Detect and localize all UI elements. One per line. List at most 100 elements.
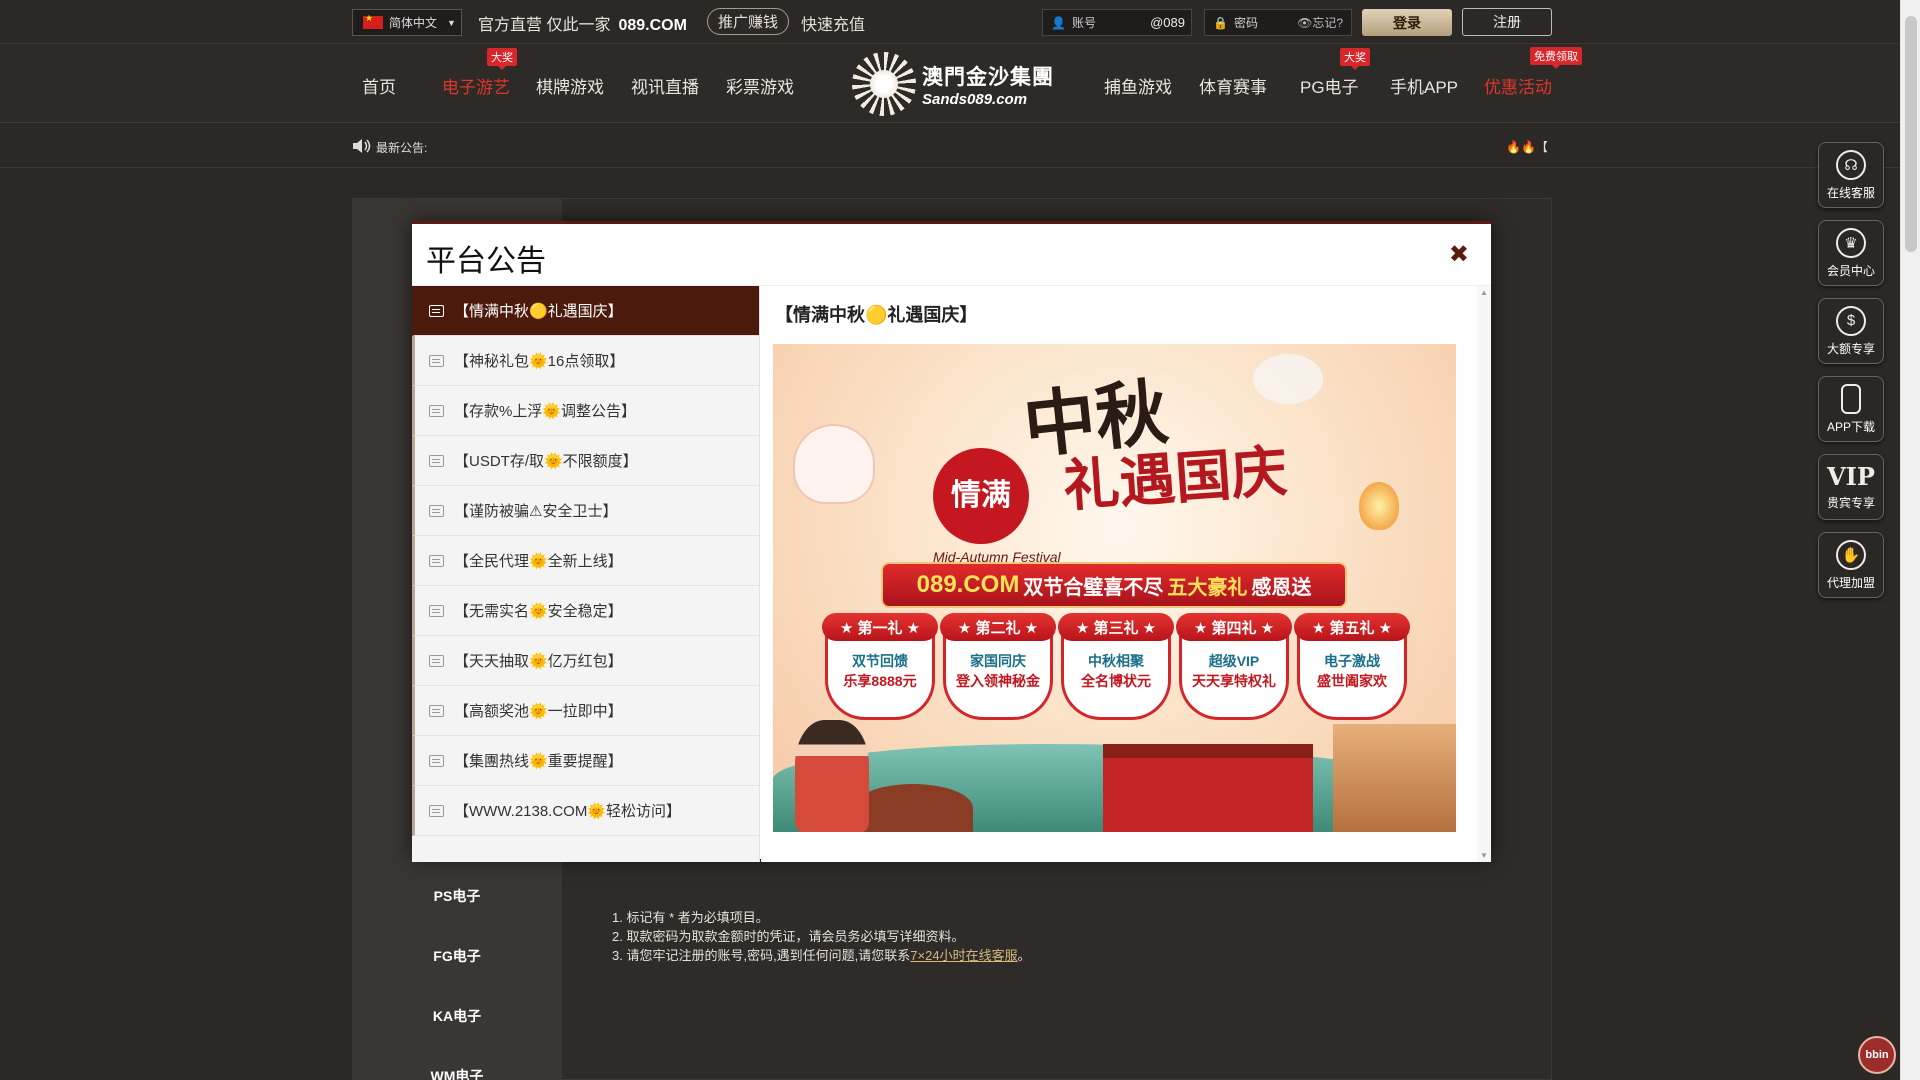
close-icon[interactable]: ✖	[1449, 240, 1469, 269]
page-scrollbar[interactable]	[1900, 0, 1920, 1080]
nav-slots[interactable]: 电子游艺 大奖	[442, 48, 517, 98]
list-item[interactable]: 【谨防被骗⚠安全卫士】	[412, 486, 759, 536]
support-link[interactable]: 7×24小时在线客服	[910, 948, 1017, 963]
scroll-up-icon[interactable]: ▲	[1480, 288, 1488, 297]
message-icon	[429, 404, 444, 417]
gift-line: 中秋相聚	[1088, 653, 1144, 669]
float-label: 代理加盟	[1826, 575, 1875, 590]
lady-graphic	[795, 720, 869, 832]
sidebar-item-ps[interactable]: PS电子	[352, 886, 562, 906]
list-item[interactable]: 【无需实名🌞安全稳定】	[412, 586, 759, 636]
sidebar-item-fg[interactable]: FG电子	[352, 946, 562, 966]
nav-live[interactable]: 视讯直播	[631, 73, 699, 98]
site-logo[interactable]: 澳門金沙集團 Sands089.com	[852, 49, 1062, 119]
nav-lottery[interactable]: 彩票游戏	[726, 73, 794, 98]
list-item-label: 【无需实名🌞安全稳定】	[454, 603, 623, 620]
list-item[interactable]: 【WWW.2138.COM🌞轻松访问】	[412, 786, 759, 836]
list-item[interactable]: 【天天抽取🌞亿万红包】	[412, 636, 759, 686]
nav-badge: 大奖	[1340, 48, 1370, 70]
tiananmen-graphic	[1103, 744, 1313, 832]
top-bar: 简体中文 ▼ 官方直营 仅此一家 089.COM 推广赚钱 快速充值 👤 账号 @…	[0, 0, 1900, 44]
promo-button[interactable]: 推广赚钱	[707, 8, 789, 35]
modal-title: 平台公告	[426, 245, 546, 278]
float-label: 会员中心	[1826, 263, 1875, 278]
nav-app[interactable]: 手机APP	[1390, 73, 1458, 98]
list-item[interactable]: 【高额奖池🌞一拉即中】	[412, 686, 759, 736]
announcement-marquee[interactable]: 🔥🔥【	[1506, 138, 1548, 155]
great-wall-graphic	[1333, 724, 1456, 832]
float-label: 贵宾专享	[1826, 495, 1875, 510]
bbin-badge[interactable]: bbin	[1858, 1036, 1896, 1074]
float-customer-service[interactable]: ☊ 在线客服	[1818, 142, 1884, 208]
float-agent[interactable]: ✋ 代理加盟	[1818, 532, 1884, 598]
message-icon	[429, 754, 444, 767]
announcement-modal: 平台公告 ✖ 【情满中秋🟡礼遇国庆】 【神秘礼包🌞16点领取】 【存款%上浮🌞调…	[412, 221, 1491, 862]
user-icon: 👤	[1051, 15, 1066, 30]
rabbit-graphic	[793, 424, 875, 504]
logo-chinese: 澳門金沙集團	[922, 63, 1054, 89]
content-scrollbar[interactable]: ▲ ▼	[1477, 286, 1491, 862]
handshake-icon: ✋	[1836, 539, 1866, 570]
quick-recharge-link[interactable]: 快速充值	[801, 11, 865, 35]
forgot-label: 忘记?	[1312, 16, 1343, 30]
language-select[interactable]: 简体中文 ▼	[352, 9, 462, 36]
login-button[interactable]: 登录	[1362, 9, 1452, 36]
scroll-thumb[interactable]	[1905, 16, 1917, 252]
nav-pg[interactable]: PG电子 大奖	[1300, 48, 1370, 98]
list-item[interactable]: 【集團热线🌞重要提醒】	[412, 736, 759, 786]
float-big-deposit[interactable]: $ 大额专享	[1818, 298, 1884, 364]
password-field[interactable]: 🔒 密码 👁忘记?	[1204, 9, 1352, 36]
password-placeholder: 密码	[1233, 16, 1258, 30]
account-placeholder: 账号	[1071, 16, 1096, 30]
gift-card: ★ 第五礼 ★ 电子激战 盛世阖家欢	[1294, 613, 1410, 720]
nav-badge: 大奖	[487, 48, 517, 70]
sidebar-item-wm[interactable]: WM电子	[352, 1066, 562, 1080]
main-nav: 首页 电子游艺 大奖 棋牌游戏 视讯直播 彩票游戏 澳門金沙集團 Sands08…	[0, 45, 1900, 123]
message-icon	[429, 454, 444, 467]
caret-down-icon: ▼	[447, 17, 456, 28]
float-app-download[interactable]: APP下载	[1818, 376, 1884, 442]
gift-head: ★ 第一礼 ★	[822, 613, 938, 641]
list-item[interactable]: 【USDT存/取🌞不限额度】	[412, 436, 759, 486]
list-item[interactable]: 【神秘礼包🌞16点领取】	[412, 336, 759, 386]
ribbon-text: 双节合璧喜不尽	[1023, 576, 1164, 599]
nav-chess[interactable]: 棋牌游戏	[536, 73, 604, 98]
list-item-label: 【天天抽取🌞亿万红包】	[454, 653, 623, 670]
account-suffix: @089	[1150, 15, 1185, 30]
gift-line: 乐享8888元	[843, 673, 917, 689]
gift-line: 双节回馈	[852, 653, 908, 669]
china-flag-icon	[363, 13, 383, 29]
register-button[interactable]: 注册	[1462, 8, 1552, 36]
forgot-password-link[interactable]: 👁忘记?	[1297, 14, 1343, 31]
float-vip[interactable]: VIP 贵宾专享	[1818, 454, 1884, 520]
ribbon-highlight: 五大豪礼	[1167, 576, 1248, 599]
gift-card: ★ 第三礼 ★ 中秋相聚 全名博状元	[1058, 613, 1174, 720]
gift-line: 全名博状元	[1081, 673, 1151, 689]
logo-english: Sands089.com	[922, 90, 1028, 108]
message-icon	[429, 354, 444, 367]
lock-icon: 🔒	[1213, 15, 1228, 30]
nav-home[interactable]: 首页	[362, 73, 396, 98]
gift-cards: ★ 第一礼 ★ 双节回馈 乐享8888元 ★ 第二礼 ★ 家国同庆 登入领神秘金 ★ 第…	[822, 613, 1410, 720]
list-item-label: 【高额奖池🌞一拉即中】	[454, 703, 623, 720]
list-item-label: 【情满中秋🟡礼遇国庆】	[454, 303, 623, 320]
list-item[interactable]: 【存款%上浮🌞调整公告】	[412, 386, 759, 436]
message-icon	[429, 604, 444, 617]
gift-line: 家国同庆	[970, 653, 1026, 669]
account-field[interactable]: 👤 账号 @089	[1042, 9, 1192, 36]
nav-promotions[interactable]: 优惠活动 免费领取	[1484, 47, 1582, 98]
float-label: 大额专享	[1826, 341, 1875, 356]
note-text: 。	[1017, 948, 1031, 963]
scroll-down-icon[interactable]: ▼	[1480, 851, 1488, 860]
sidebar-item-ka[interactable]: KA电子	[352, 1006, 562, 1026]
list-item[interactable]: 【情满中秋🟡礼遇国庆】	[412, 286, 759, 336]
float-member-center[interactable]: ♛ 会员中心	[1818, 220, 1884, 286]
announcement-bar: 最新公告: 🔥🔥【	[0, 124, 1900, 168]
nav-fishing[interactable]: 捕鱼游戏	[1104, 73, 1172, 98]
message-icon	[429, 654, 444, 667]
list-item[interactable]: 【全民代理🌞全新上线】	[412, 536, 759, 586]
nav-sports[interactable]: 体育赛事	[1199, 73, 1267, 98]
money-bag-icon: $	[1836, 305, 1866, 336]
list-item-label: 【集團热线🌞重要提醒】	[454, 753, 623, 770]
note-line: 1. 标记有 * 者为必填项目。	[612, 910, 769, 925]
